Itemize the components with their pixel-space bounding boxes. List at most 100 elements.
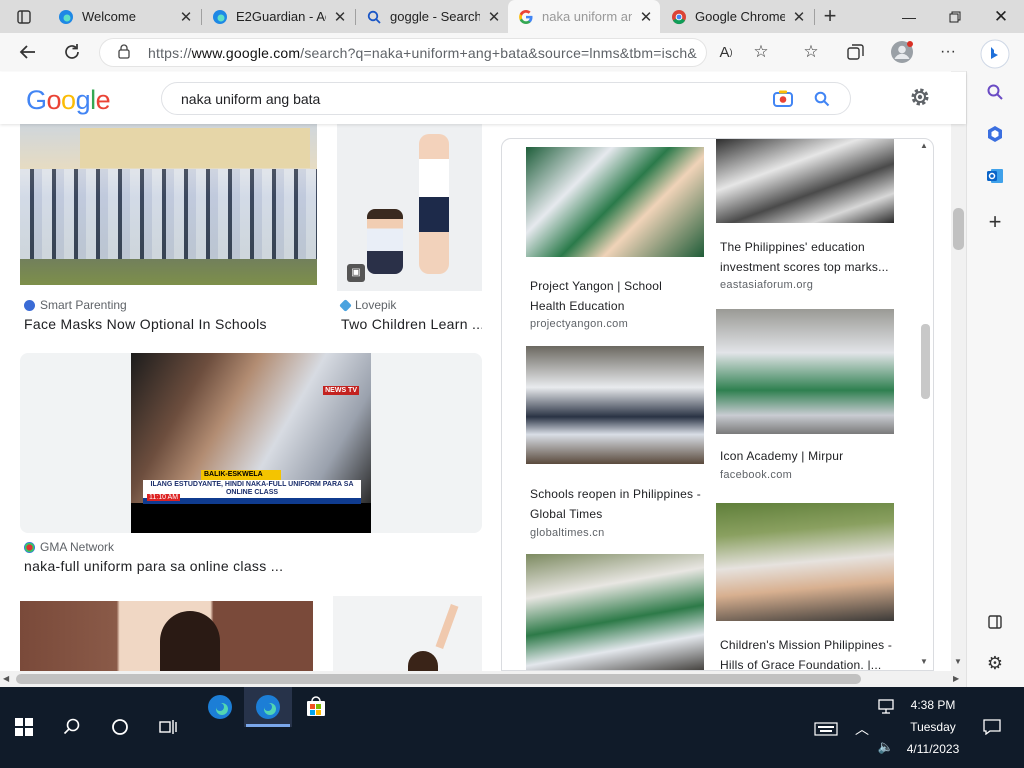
page-horizontal-scrollbar[interactable]: ◀ ▶ bbox=[0, 671, 966, 687]
source-gma[interactable]: GMA Network bbox=[24, 540, 114, 554]
show-hidden-icons[interactable]: ︿ bbox=[850, 717, 874, 741]
settings-gear-icon[interactable] bbox=[909, 86, 931, 113]
panel-scrollbar-thumb[interactable] bbox=[921, 324, 930, 399]
keyboard-icon[interactable] bbox=[810, 717, 842, 741]
close-tab-icon[interactable]: ✕ bbox=[172, 8, 200, 26]
result-image-child[interactable] bbox=[20, 601, 313, 671]
profile-avatar[interactable] bbox=[887, 37, 917, 67]
close-tab-icon[interactable]: ✕ bbox=[632, 8, 660, 26]
scroll-left-icon[interactable]: ◀ bbox=[3, 674, 9, 683]
address-bar[interactable]: https://www.google.com/search?q=naka+uni… bbox=[100, 39, 706, 66]
page-vertical-scrollbar[interactable]: ▲ ▼ bbox=[951, 71, 966, 671]
tab-e2guardian[interactable]: E2Guardian - Ac ✕ bbox=[202, 0, 354, 33]
panel-image-global-times[interactable] bbox=[526, 346, 704, 464]
result-caption[interactable]: Two Children Learn ... bbox=[341, 316, 482, 332]
taskbar-store-icon[interactable] bbox=[292, 687, 340, 727]
panel-title[interactable]: Project Yangon | School Health Education bbox=[530, 276, 700, 316]
scroll-down-icon[interactable]: ▼ bbox=[954, 657, 962, 666]
sidebar-search-icon[interactable] bbox=[980, 77, 1010, 107]
result-image-lovepik[interactable]: ▣ bbox=[337, 124, 482, 291]
taskbar-edge-icon[interactable] bbox=[196, 687, 244, 727]
close-tab-icon[interactable]: ✕ bbox=[785, 8, 813, 26]
tab-google-chrome[interactable]: Google Chrome ✕ bbox=[661, 0, 813, 33]
taskbar-edge-active-icon[interactable] bbox=[244, 687, 292, 727]
result-caption[interactable]: Face Masks Now Optional In Schools bbox=[24, 316, 324, 332]
result-image-smart-parenting[interactable] bbox=[20, 124, 317, 285]
related-images-panel: Project Yangon | School Health Education… bbox=[501, 138, 934, 671]
search-icon bbox=[366, 9, 382, 25]
panel-title[interactable]: Schools reopen in Philippines - Global T… bbox=[530, 484, 705, 524]
refresh-icon[interactable] bbox=[57, 37, 87, 67]
google-logo[interactable]: Google bbox=[26, 85, 111, 116]
panel-image-childrens-mission[interactable] bbox=[716, 503, 894, 621]
panel-domain[interactable]: projectyangon.com bbox=[530, 318, 628, 330]
tab-welcome[interactable]: Welcome ✕ bbox=[48, 0, 200, 33]
scrollbar-thumb[interactable] bbox=[16, 674, 861, 684]
panel-image-project-yangon[interactable] bbox=[526, 147, 704, 257]
edge-icon bbox=[212, 9, 228, 25]
search-query: naka uniform ang bata bbox=[181, 91, 321, 107]
task-view-icon[interactable] bbox=[144, 687, 192, 767]
close-tab-icon[interactable]: ✕ bbox=[480, 8, 508, 26]
search-input[interactable]: naka uniform ang bata bbox=[161, 82, 851, 115]
panel-domain[interactable]: globaltimes.cn bbox=[530, 527, 605, 539]
panel-domain[interactable]: eastasiaforum.org bbox=[720, 279, 813, 291]
clock-day[interactable]: Tuesday bbox=[893, 720, 973, 734]
panel-domain[interactable]: facebook.com bbox=[720, 469, 792, 481]
source-label: Smart Parenting bbox=[40, 298, 127, 312]
clock-date[interactable]: 4/11/2023 bbox=[893, 742, 973, 756]
tab-actions-icon[interactable] bbox=[9, 2, 39, 32]
panel-scroll-down-icon[interactable]: ▼ bbox=[920, 657, 928, 666]
result-image-raised-hand[interactable] bbox=[333, 596, 482, 671]
source-favicon bbox=[24, 299, 35, 311]
panel-title[interactable]: Icon Academy | Mirpur bbox=[720, 446, 895, 466]
favorites-icon[interactable]: ☆ bbox=[796, 37, 826, 67]
back-icon[interactable] bbox=[13, 37, 43, 67]
search-icon[interactable] bbox=[814, 91, 830, 112]
camera-search-icon[interactable] bbox=[772, 89, 794, 114]
panel-image-eastasiaforum[interactable] bbox=[716, 139, 894, 223]
cortana-icon[interactable] bbox=[96, 687, 144, 767]
taskbar-search-icon[interactable] bbox=[48, 687, 96, 767]
panel-image-icon-academy[interactable] bbox=[716, 309, 894, 434]
more-menu-icon[interactable]: ··· bbox=[933, 37, 963, 67]
panel-scroll-up-icon[interactable]: ▲ bbox=[920, 141, 928, 150]
source-label: GMA Network bbox=[40, 540, 115, 554]
panel-title[interactable]: The Philippines' education investment sc… bbox=[720, 237, 895, 277]
close-window-button[interactable]: ✕ bbox=[978, 0, 1024, 33]
scroll-right-icon[interactable]: ▶ bbox=[953, 674, 959, 683]
tab-title: Google Chrome bbox=[695, 9, 785, 24]
active-app-indicator bbox=[246, 724, 290, 727]
video-thumbnail[interactable]: NEWS TV BALIK-ESKWELA ILANG ESTUDYANTE, … bbox=[131, 353, 371, 533]
tab-naka-uniform[interactable]: naka uniform an ✕ bbox=[508, 0, 660, 33]
source-smart-parenting[interactable]: Smart Parenting bbox=[24, 298, 127, 312]
result-caption[interactable]: naka-full uniform para sa online class .… bbox=[24, 558, 484, 574]
google-icon bbox=[518, 9, 534, 25]
restore-button[interactable] bbox=[932, 0, 978, 33]
close-tab-icon[interactable]: ✕ bbox=[326, 8, 354, 26]
minimize-button[interactable]: — bbox=[886, 0, 932, 33]
add-favorite-icon[interactable]: ☆ bbox=[746, 37, 776, 67]
lock-icon[interactable] bbox=[118, 44, 130, 62]
new-tab-button[interactable]: + bbox=[815, 1, 845, 31]
windows-start-icon[interactable] bbox=[0, 687, 48, 767]
sidebar-add-icon[interactable]: + bbox=[980, 207, 1010, 237]
sidebar-outlook-icon[interactable] bbox=[980, 161, 1010, 191]
url-prefix: https:// bbox=[148, 44, 192, 61]
tab-goggle-search[interactable]: goggle - Search ✕ bbox=[356, 0, 508, 33]
sidebar-settings-icon[interactable]: ⚙ bbox=[980, 648, 1010, 678]
news-banner-top: BALIK-ESKWELA bbox=[201, 470, 281, 480]
source-lovepik[interactable]: Lovepik bbox=[339, 298, 396, 312]
sidebar-office-icon[interactable] bbox=[980, 119, 1010, 149]
bing-chat-icon[interactable] bbox=[978, 37, 1012, 71]
read-aloud-icon[interactable]: A) bbox=[711, 37, 741, 67]
url-domain: www.google.com bbox=[191, 44, 301, 61]
clock-time[interactable]: 4:38 PM bbox=[893, 698, 973, 712]
panel-title[interactable]: Children's Mission Philippines - Hills o… bbox=[720, 635, 895, 670]
notifications-icon[interactable] bbox=[978, 713, 1006, 741]
panel-image-green-uniforms[interactable] bbox=[526, 554, 704, 670]
scrollbar-thumb[interactable] bbox=[953, 208, 964, 250]
sidebar-split-icon[interactable] bbox=[980, 607, 1010, 637]
collections-icon[interactable] bbox=[840, 37, 870, 67]
tab-title: naka uniform an bbox=[542, 9, 632, 24]
